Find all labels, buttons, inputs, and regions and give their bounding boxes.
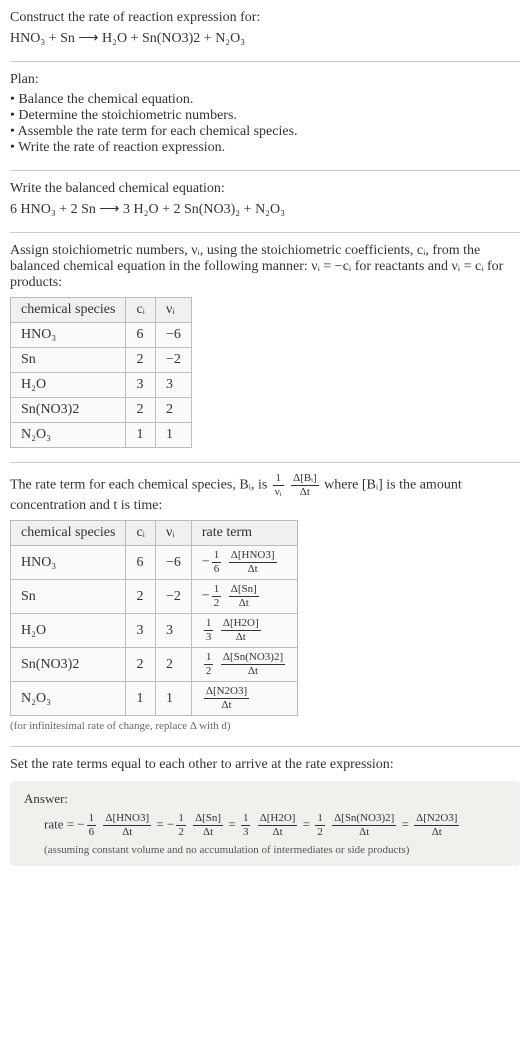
col-ci: cᵢ [126,521,156,546]
table-row: Sn(NO3)22212 Δ[Sn(NO3)2]Δt [11,648,298,682]
divider [10,170,520,171]
stoich-table: chemical species cᵢ νᵢ HNO₃ 6 −6 Sn 2 −2… [10,297,192,448]
cell-vi: 2 [155,648,191,682]
cell-vi: −2 [155,348,191,373]
cell-species: Sn [11,348,126,373]
cell-species: Sn(NO3)2 [11,398,126,423]
table-row: H₂O3313 Δ[H2O]Δt [11,614,298,648]
cell-species: HNO₃ [11,323,126,348]
cell-rate-term: 12 Δ[Sn(NO3)2]Δt [191,648,297,682]
construct-prompt: Construct the rate of reaction expressio… [10,10,520,47]
cell-vi: −6 [155,323,191,348]
cell-species: H₂O [11,373,126,398]
plan-title: Plan: [10,72,520,88]
cell-species: N₂O₃ [11,682,126,716]
plan-item: Assemble the rate term for each chemical… [10,124,520,140]
cell-species: Sn [11,580,126,614]
table-header-row: chemical species cᵢ νᵢ rate term [11,521,298,546]
cell-ci: 6 [126,323,156,348]
table-row: N₂O₃ 1 1 [11,423,192,448]
cell-rate-term: −16 Δ[HNO3]Δt [191,546,297,580]
cell-species: HNO₃ [11,546,126,580]
col-rate: rate term [191,521,297,546]
infinitesimal-note: (for infinitesimal rate of change, repla… [10,720,520,732]
cell-ci: 2 [126,580,156,614]
table-row: HNO₃6−6−16 Δ[HNO3]Δt [11,546,298,580]
answer-box: Answer: rate = −16 Δ[HNO3]Δt = −12 Δ[Sn]… [10,781,520,866]
cell-vi: 1 [155,682,191,716]
rateterm-intro: The rate term for each chemical species,… [10,473,520,514]
cell-species: Sn(NO3)2 [11,648,126,682]
col-ci: cᵢ [126,298,156,323]
cell-rate-term: 13 Δ[H2O]Δt [191,614,297,648]
rateterm-table: chemical species cᵢ νᵢ rate term HNO₃6−6… [10,520,298,716]
unbalanced-equation: HNO₃ + Sn ⟶ H₂O + Sn(NO3)2 + N₂O₃ [10,30,520,47]
construct-line1: Construct the rate of reaction expressio… [10,10,520,26]
cell-vi: −2 [155,580,191,614]
table-header-row: chemical species cᵢ νᵢ [11,298,192,323]
cell-rate-term: −12 Δ[Sn]Δt [191,580,297,614]
divider [10,232,520,233]
frac-den: Δt [291,486,319,498]
frac-den: νᵢ [273,486,284,498]
cell-species: N₂O₃ [11,423,126,448]
balanced-equation: 6 HNO₃ + 2 Sn ⟶ 3 H₂O + 2 Sn(NO3)₂ + N₂O… [10,201,520,218]
one-over-nu: 1 νᵢ [273,473,284,498]
divider [10,61,520,62]
rateterm-section: The rate term for each chemical species,… [10,473,520,732]
cell-ci: 3 [126,614,156,648]
rateterm-intro-a: The rate term for each chemical species,… [10,478,271,493]
cell-ci: 3 [126,373,156,398]
col-vi: νᵢ [155,521,191,546]
cell-vi: 3 [155,614,191,648]
divider [10,746,520,747]
plan-section: Plan: Balance the chemical equation. Det… [10,72,520,156]
cell-vi: 3 [155,373,191,398]
cell-ci: 6 [126,546,156,580]
cell-species: H₂O [11,614,126,648]
plan-list: Balance the chemical equation. Determine… [10,92,520,156]
cell-ci: 2 [126,398,156,423]
stoich-intro: Assign stoichiometric numbers, νᵢ, using… [10,243,520,291]
answer-expression: rate = −16 Δ[HNO3]Δt = −12 Δ[Sn]Δt = 13 … [24,813,506,838]
cell-ci: 2 [126,648,156,682]
cell-vi: 1 [155,423,191,448]
cell-ci: 1 [126,423,156,448]
col-vi: νᵢ [155,298,191,323]
cell-vi: 2 [155,398,191,423]
answer-note: (assuming constant volume and no accumul… [24,844,506,856]
col-species: chemical species [11,298,126,323]
frac-num: 1 [273,473,284,486]
dBi-over-dt: Δ[Bᵢ] Δt [291,473,319,498]
table-row: Sn2−2−12 Δ[Sn]Δt [11,580,298,614]
cell-ci: 2 [126,348,156,373]
cell-vi: −6 [155,546,191,580]
table-row: Sn 2 −2 [11,348,192,373]
cell-rate-term: Δ[N2O3]Δt [191,682,297,716]
frac-num: Δ[Bᵢ] [291,473,319,486]
col-species: chemical species [11,521,126,546]
table-row: H₂O 3 3 [11,373,192,398]
table-row: HNO₃ 6 −6 [11,323,192,348]
divider [10,462,520,463]
plan-item: Write the rate of reaction expression. [10,140,520,156]
stoich-section: Assign stoichiometric numbers, νᵢ, using… [10,243,520,448]
answer-title: Answer: [24,791,506,807]
cell-ci: 1 [126,682,156,716]
plan-item: Balance the chemical equation. [10,92,520,108]
balanced-title: Write the balanced chemical equation: [10,181,520,197]
plan-item: Determine the stoichiometric numbers. [10,108,520,124]
table-row: N₂O₃11Δ[N2O3]Δt [11,682,298,716]
balanced-section: Write the balanced chemical equation: 6 … [10,181,520,218]
final-title: Set the rate terms equal to each other t… [10,757,520,773]
table-row: Sn(NO3)2 2 2 [11,398,192,423]
